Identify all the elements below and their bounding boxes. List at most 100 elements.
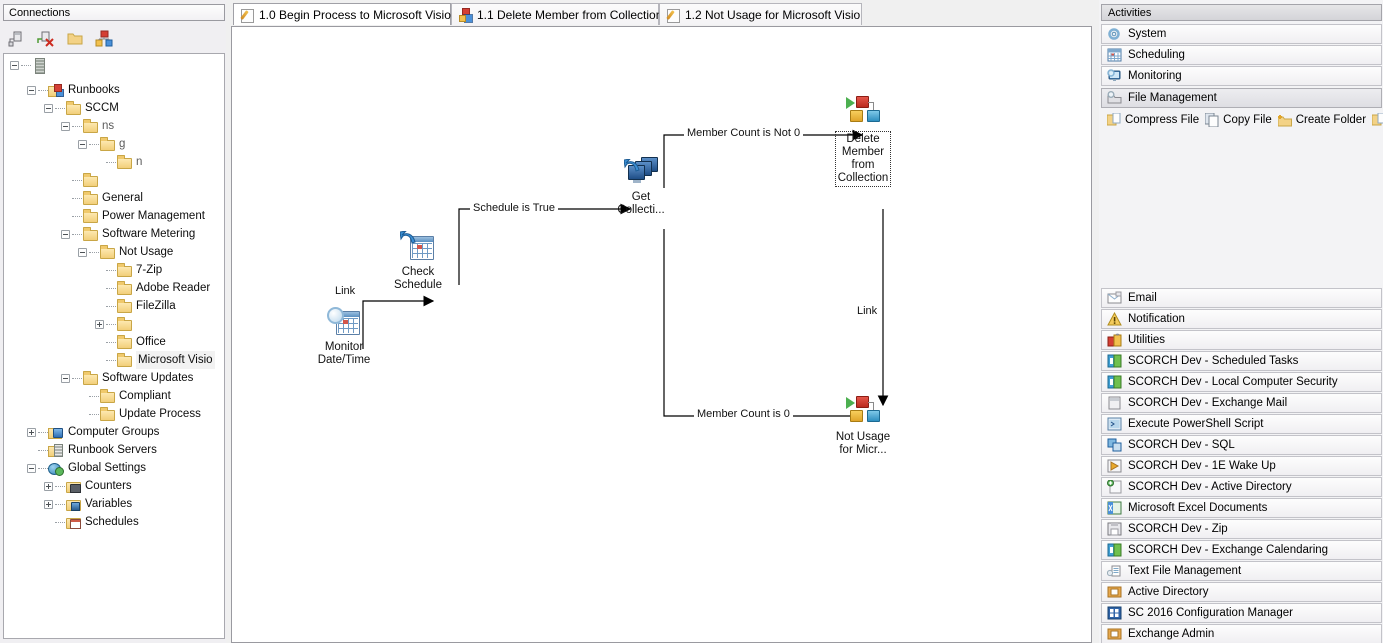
tree-item[interactable]: Schedules xyxy=(44,513,139,531)
activity-category-label: SCORCH Dev - Scheduled Tasks xyxy=(1128,355,1299,367)
activity-category[interactable]: Microsoft Excel Documents xyxy=(1101,498,1382,518)
tree-item[interactable]: General xyxy=(61,189,143,207)
workflow-node[interactable]: Delete Member from Collection xyxy=(825,95,901,187)
new-connection-icon[interactable] xyxy=(8,30,26,48)
tree-connector xyxy=(38,467,48,469)
tree-item[interactable]: g xyxy=(78,135,125,153)
activity-category[interactable]: SCORCH Dev - Active Directory xyxy=(1101,477,1382,497)
exchange-calendaring-icon xyxy=(1107,543,1122,557)
delete-connection-icon[interactable] xyxy=(37,30,55,48)
workflow-link-label[interactable]: Link xyxy=(332,285,359,297)
activity-category[interactable]: Notification xyxy=(1101,309,1382,329)
activity-item[interactable]: Copy File xyxy=(1204,111,1272,128)
activity-category[interactable]: SC 2016 Configuration Manager xyxy=(1101,603,1382,623)
tree-item[interactable]: Not Usage xyxy=(78,243,173,261)
workflow-link-label[interactable]: Link xyxy=(854,305,881,317)
activity-category[interactable]: SCORCH Dev - 1E Wake Up xyxy=(1101,456,1382,476)
tree-connector xyxy=(72,197,82,199)
activity-item[interactable]: Decompress File xyxy=(1371,111,1383,128)
tree-expand-icon[interactable] xyxy=(44,481,53,491)
activity-category[interactable]: SCORCH Dev - SQL xyxy=(1101,435,1382,455)
tree-item[interactable]: 7-Zip xyxy=(95,261,162,279)
activity-category-label: Microsoft Excel Documents xyxy=(1128,502,1268,514)
tree-item[interactable]: Runbook Servers xyxy=(27,441,157,459)
tree-item[interactable]: Computer Groups xyxy=(27,423,159,441)
tree-item[interactable]: Microsoft Visio xyxy=(95,351,215,369)
activity-category[interactable]: Text File Management xyxy=(1101,561,1382,581)
activity-category-label: SCORCH Dev - 1E Wake Up xyxy=(1128,460,1276,472)
get-collection-icon xyxy=(622,155,660,189)
activity-category[interactable]: System xyxy=(1101,24,1382,44)
tree-item[interactable] xyxy=(61,171,102,189)
activity-category[interactable]: Scheduling xyxy=(1101,45,1382,65)
tree-item[interactable]: Adobe Reader xyxy=(95,279,210,297)
runbook-design-canvas[interactable]: Monitor Date/Time Check Schedule Get Colle… xyxy=(231,26,1092,643)
tree-expand-icon[interactable] xyxy=(95,319,104,329)
file-management-items[interactable]: Compress File Copy File Create Folder Decom… xyxy=(1101,109,1383,268)
tree-collapse-icon[interactable] xyxy=(78,139,87,149)
workflow-link-label[interactable]: Schedule is True xyxy=(470,202,558,214)
activity-category[interactable]: SCORCH Dev - Exchange Calendaring xyxy=(1101,540,1382,560)
tree-collapse-icon[interactable] xyxy=(10,60,19,70)
tree-item[interactable]: Variables xyxy=(44,495,132,513)
activity-item[interactable]: Compress File xyxy=(1106,111,1199,128)
tree-item-label: n xyxy=(136,156,143,168)
tree-collapse-icon[interactable] xyxy=(78,247,87,257)
tree-item[interactable]: Office xyxy=(95,333,166,351)
runbook-tab[interactable]: 1.1 Delete Member from Collection xyxy=(451,3,662,25)
tree-item[interactable]: Compliant xyxy=(78,387,171,405)
runbook-tab[interactable]: 1.2 Not Usage for Microsoft Visio xyxy=(659,3,862,25)
activity-category[interactable]: SCORCH Dev - Scheduled Tasks xyxy=(1101,351,1382,371)
workflow-node[interactable]: Monitor Date/Time xyxy=(306,305,382,367)
workflow-node[interactable]: Check Schedule xyxy=(380,230,456,292)
tree-item[interactable]: Software Metering xyxy=(61,225,195,243)
activity-category[interactable]: SCORCH Dev - Exchange Mail xyxy=(1101,393,1382,413)
tree-item[interactable] xyxy=(10,56,51,74)
workflow-node[interactable]: Not Usage for Micr... xyxy=(825,395,901,457)
tree-expand-icon[interactable] xyxy=(27,427,36,437)
activity-category[interactable]: SCORCH Dev - Zip xyxy=(1101,519,1382,539)
folder-icon xyxy=(99,245,115,259)
activity-category[interactable]: File Management xyxy=(1101,88,1382,108)
folder-icon xyxy=(99,407,115,421)
activity-item[interactable]: Create Folder xyxy=(1277,111,1366,128)
activity-category[interactable]: Email xyxy=(1101,288,1382,308)
tree-collapse-icon[interactable] xyxy=(61,229,70,239)
tree-expand-icon[interactable] xyxy=(44,499,53,509)
activity-category[interactable]: Utilities xyxy=(1101,330,1382,350)
tree-item[interactable]: Update Process xyxy=(78,405,201,423)
tree-item[interactable]: Global Settings xyxy=(27,459,146,477)
runbook-tab[interactable]: 1.0 Begin Process to Microsoft Visio xyxy=(233,3,451,25)
tree-item[interactable] xyxy=(95,315,136,333)
workflow-link-label[interactable]: Member Count is Not 0 xyxy=(684,127,804,139)
activity-category[interactable]: Execute PowerShell Script xyxy=(1101,414,1382,434)
tree-item[interactable]: Runbooks xyxy=(27,81,120,99)
tree-collapse-icon[interactable] xyxy=(61,121,70,131)
new-folder-icon[interactable] xyxy=(66,30,84,48)
activity-category-label: SCORCH Dev - SQL xyxy=(1128,439,1235,451)
activity-category[interactable]: SCORCH Dev - Local Computer Security xyxy=(1101,372,1382,392)
tree-item[interactable]: SCCM xyxy=(44,99,119,117)
tree-item[interactable]: ns xyxy=(61,117,114,135)
tree-item[interactable]: n xyxy=(95,153,142,171)
tree-collapse-icon[interactable] xyxy=(61,373,70,383)
activity-category[interactable]: Active Directory xyxy=(1101,582,1382,602)
tree-item[interactable]: Power Management xyxy=(61,207,205,225)
tree-collapse-icon[interactable] xyxy=(44,103,53,113)
workflow-node[interactable]: Get Collecti... xyxy=(603,155,679,217)
new-runbook-icon[interactable] xyxy=(95,30,113,48)
left-splitter[interactable] xyxy=(226,0,229,643)
workflow-link-label[interactable]: Member Count is 0 xyxy=(694,408,793,420)
connections-tree[interactable]: Runbooks SCCM ns g n General Power Management S… xyxy=(3,53,225,639)
gear-icon xyxy=(1107,27,1122,41)
schedules-icon xyxy=(65,515,81,529)
tree-collapse-icon[interactable] xyxy=(27,463,36,473)
tree-item[interactable]: Counters xyxy=(44,477,132,495)
activity-category[interactable]: Monitoring xyxy=(1101,66,1382,86)
tree-collapse-icon[interactable] xyxy=(27,85,36,95)
folder-icon xyxy=(82,209,98,223)
tree-item[interactable]: FileZilla xyxy=(95,297,176,315)
activity-category[interactable]: Exchange Admin xyxy=(1101,624,1382,643)
tree-item-label: Software Metering xyxy=(102,228,196,240)
tree-item[interactable]: Software Updates xyxy=(61,369,193,387)
